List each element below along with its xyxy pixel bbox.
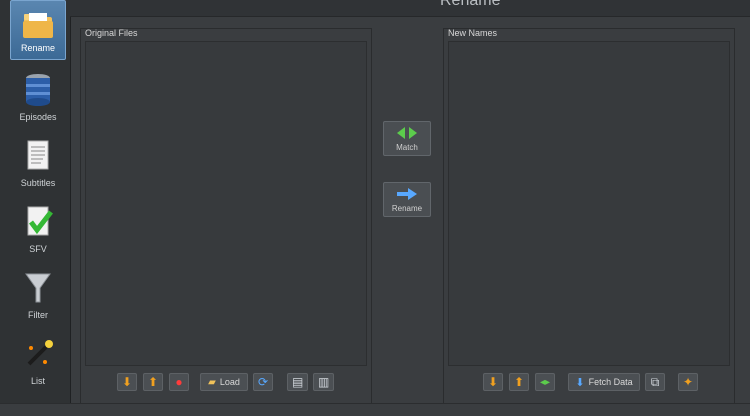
arrow-down-icon: ⬇ (488, 375, 499, 389)
copy-button[interactable]: ⧉ (645, 373, 665, 391)
panel-title: Original Files (85, 28, 138, 38)
wand-icon: ✦ (683, 375, 694, 389)
print-button[interactable]: ▥ (313, 373, 335, 391)
sidebar-item-filter[interactable]: Filter (10, 264, 66, 326)
refresh-button[interactable]: ⟳ (253, 373, 274, 391)
load-button[interactable]: ▰ Load (200, 373, 248, 391)
fetch-data-button[interactable]: ⬇ Fetch Data (568, 373, 640, 391)
swap-button[interactable]: ◂▸ (535, 373, 556, 391)
stop-icon: ● (175, 375, 183, 389)
wand-icon (27, 340, 53, 366)
sidebar-item-subtitles[interactable]: Subtitles (10, 132, 66, 194)
database-icon (26, 74, 50, 106)
title-bar: Rename (70, 0, 750, 17)
sidebar-item-label: Rename (20, 43, 56, 53)
folder-icon: ▰ (208, 376, 216, 388)
sidebar-item-episodes[interactable]: Episodes (10, 66, 66, 128)
match-icon (397, 127, 417, 139)
checkmark-document-icon (27, 206, 53, 236)
move-up-button[interactable]: ⬆ (143, 373, 164, 391)
download-icon: ⬇ (575, 376, 585, 389)
rename-button[interactable]: Rename (383, 182, 431, 217)
original-files-list[interactable] (85, 41, 367, 366)
arrow-up-icon: ⬆ (148, 375, 159, 389)
arrow-down-icon: ⬇ (122, 375, 133, 389)
settings-button[interactable]: ✦ (678, 373, 699, 391)
document-icon: ▤ (292, 375, 304, 389)
document-icon (27, 140, 49, 170)
clear-button[interactable]: ● (169, 373, 189, 391)
sidebar-item-sfv[interactable]: SFV (10, 198, 66, 260)
rename-label: Rename (391, 204, 423, 213)
move-down-button[interactable]: ⬇ (483, 373, 504, 391)
funnel-icon (25, 273, 51, 303)
refresh-icon: ⟳ (258, 375, 269, 389)
window-title: Rename (440, 0, 501, 9)
fetch-data-label: Fetch Data (588, 377, 633, 387)
new-names-list[interactable] (448, 41, 730, 366)
match-icon: ◂▸ (540, 376, 551, 388)
move-down-button[interactable]: ⬇ (117, 373, 138, 391)
folder-icon (23, 13, 53, 38)
move-up-button[interactable]: ⬆ (509, 373, 530, 391)
sidebar: Rename Episodes Subtitles SFV Filter Lis… (0, 0, 71, 404)
sidebar-item-label: Filter (28, 310, 48, 320)
original-files-panel: Original Files ⬇ ⬆ ● ▰ Load ⟳ ▤ ▥ (80, 28, 372, 404)
sidebar-item-list[interactable]: List (10, 330, 66, 392)
print-icon: ▥ (318, 375, 330, 389)
sidebar-item-rename[interactable]: Rename (10, 0, 66, 60)
new-names-panel: New Names ⬇ ⬆ ◂▸ ⬇ Fetch Data ⧉ ✦ (443, 28, 735, 404)
match-label: Match (396, 143, 418, 152)
sidebar-item-label: SFV (29, 244, 47, 254)
load-label: Load (219, 377, 240, 387)
arrow-up-icon: ⬆ (514, 375, 525, 389)
sidebar-item-label: List (30, 376, 45, 386)
arrow-right-icon (397, 188, 417, 200)
sidebar-item-label: Subtitles (20, 178, 56, 188)
match-button[interactable]: Match (383, 121, 431, 156)
footer-strip (0, 403, 750, 416)
copy-icon: ⧉ (650, 374, 660, 389)
sidebar-item-label: Episodes (19, 112, 57, 122)
panel-title: New Names (448, 28, 498, 38)
export-button[interactable]: ▤ (287, 373, 309, 391)
